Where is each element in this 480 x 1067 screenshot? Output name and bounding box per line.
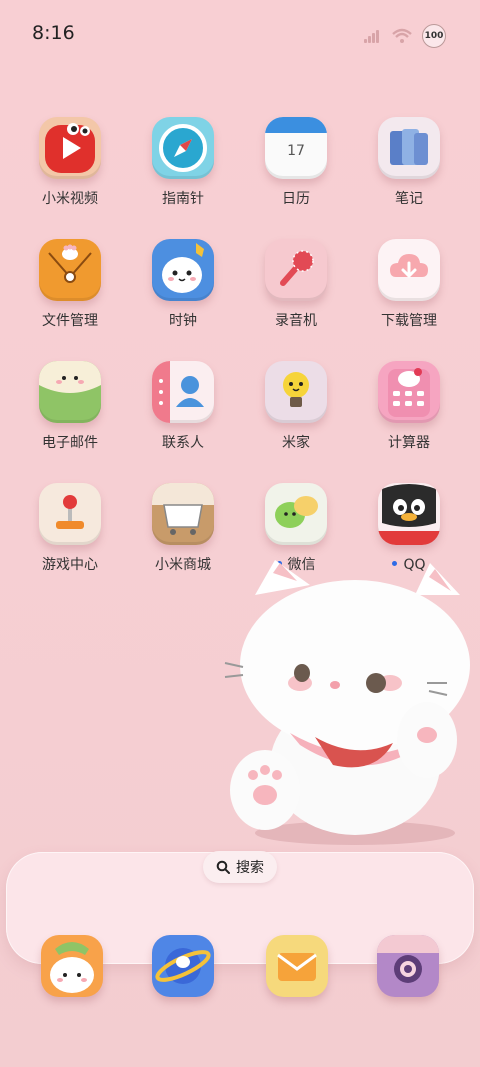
app-label: 指南针 [162, 191, 204, 207]
dock-app-phone[interactable] [41, 935, 103, 997]
app-label: 游戏中心 [42, 557, 98, 573]
cloud-download-icon [378, 239, 440, 301]
dock-app-messages[interactable] [266, 935, 328, 997]
app-contacts[interactable]: 联系人 [133, 361, 233, 452]
lucky-cat-decoration [224, 560, 470, 845]
app-label: 小米视频 [42, 191, 98, 207]
phone-cat-icon [41, 935, 103, 997]
app-notes[interactable]: 笔记 [359, 117, 459, 208]
app-label: 文件管理 [42, 313, 98, 329]
dock-app-browser[interactable] [152, 935, 214, 997]
app-calendar[interactable]: 17 日历 [246, 117, 346, 208]
mail-envelope-icon [266, 935, 328, 997]
wifi-icon [392, 28, 412, 43]
battery-icon: 100 [422, 24, 446, 48]
app-email[interactable]: 电子邮件 [20, 361, 120, 452]
signal-icon [364, 29, 382, 43]
app-file-manager[interactable]: 文件管理 [20, 239, 120, 330]
search-label: 搜索 [236, 860, 264, 876]
penguin-icon [378, 483, 440, 545]
camera-icon [377, 935, 439, 997]
calculator-icon [378, 361, 440, 423]
status-icons: 100 [364, 24, 446, 48]
video-play-icon [39, 117, 101, 179]
app-calculator[interactable]: 计算器 [359, 361, 459, 452]
calendar-icon: 17 [265, 117, 327, 179]
browser-planet-icon [152, 935, 214, 997]
search-button[interactable]: 搜索 [203, 851, 277, 883]
status-bar: 8:16 100 [0, 0, 480, 68]
joystick-icon [39, 483, 101, 545]
app-label: 下载管理 [381, 313, 437, 329]
contacts-book-icon [152, 361, 214, 423]
notebook-icon [378, 117, 440, 179]
lightbulb-icon [265, 361, 327, 423]
microphone-icon [265, 239, 327, 301]
clock-character-icon [152, 239, 214, 301]
app-label: 日历 [282, 191, 310, 207]
app-label: 笔记 [395, 191, 423, 207]
app-label: 电子邮件 [42, 435, 98, 451]
dock-app-camera[interactable] [377, 935, 439, 997]
app-recorder[interactable]: 录音机 [246, 239, 346, 330]
app-mi-video[interactable]: 小米视频 [20, 117, 120, 208]
clock-time: 8:16 [32, 22, 75, 44]
app-label: 时钟 [169, 313, 197, 329]
search-icon [216, 860, 230, 874]
calendar-date: 17 [287, 143, 305, 159]
shopping-cart-icon [152, 483, 214, 545]
app-download-manager[interactable]: 下载管理 [359, 239, 459, 330]
app-compass[interactable]: 指南针 [133, 117, 233, 208]
envelope-cat-icon [39, 361, 101, 423]
app-clock[interactable]: 时钟 [133, 239, 233, 330]
app-label: 米家 [282, 435, 310, 451]
app-label: 计算器 [388, 435, 430, 451]
app-label: 录音机 [275, 313, 317, 329]
compass-icon [152, 117, 214, 179]
app-mijia[interactable]: 米家 [246, 361, 346, 452]
app-label: 联系人 [162, 435, 204, 451]
file-folder-icon [39, 239, 101, 301]
app-game-center[interactable]: 游戏中心 [20, 483, 120, 574]
chat-bubbles-icon [265, 483, 327, 545]
